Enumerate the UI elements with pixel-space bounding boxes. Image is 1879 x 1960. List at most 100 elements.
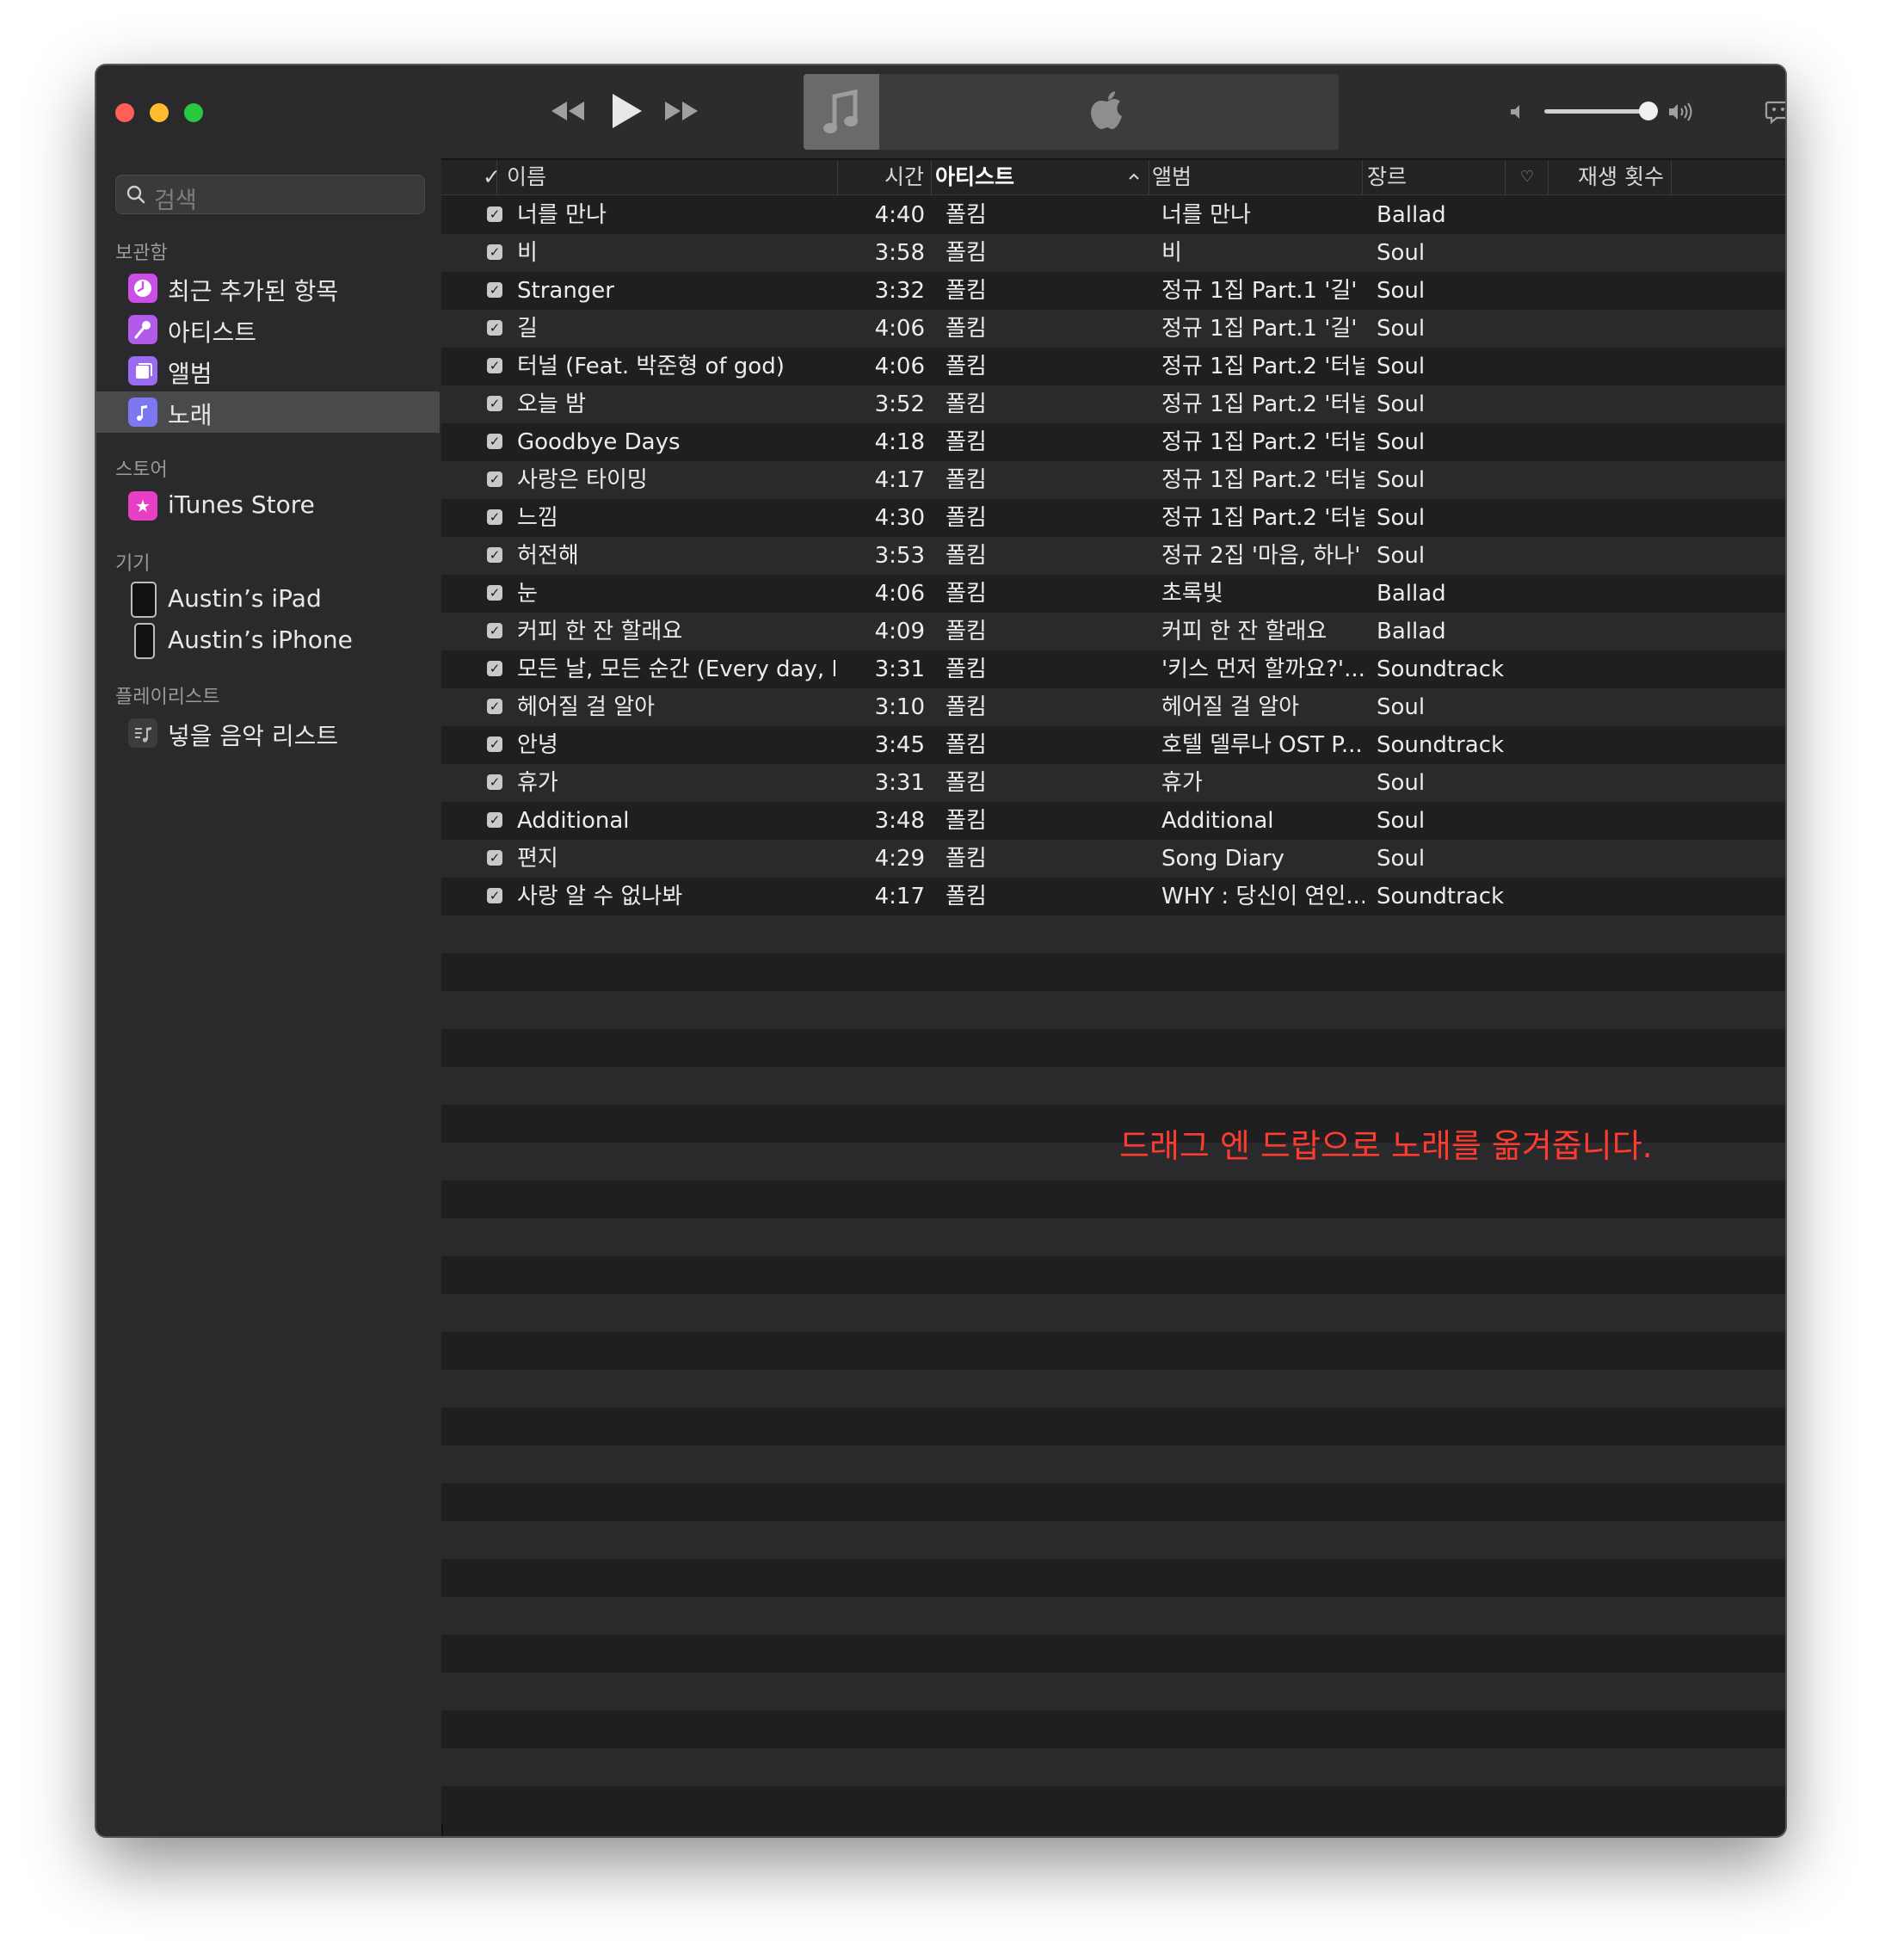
row-checkbox[interactable]: ✓ (487, 396, 502, 411)
sidebar-item-albums[interactable]: 앨범 (96, 350, 440, 391)
empty-table-row (441, 1408, 1785, 1445)
empty-table-row (441, 915, 1785, 953)
cell-name: 터널 (Feat. 박준형 of god) (517, 354, 785, 379)
column-header-plays[interactable]: 재생 횟수 (1551, 160, 1672, 194)
row-checkbox[interactable]: ✓ (487, 888, 502, 903)
sidebar-item-label: 앨범 (168, 360, 213, 388)
column-header-love[interactable]: ♡ (1506, 160, 1549, 194)
cell-time: 4:30 (874, 505, 925, 531)
table-row[interactable]: ✓ 느낌 4:30 폴킴 정규 1집 Part.2 '터널' Soul (441, 499, 1785, 537)
cell-genre: Soul (1377, 240, 1426, 266)
empty-table-row (441, 1332, 1785, 1370)
sidebar-item-device-ipad[interactable]: Austin’s iPad (96, 579, 440, 620)
table-row[interactable]: ✓ Additional 3:48 폴킴 Additional Soul (441, 802, 1785, 840)
empty-table-row (441, 1748, 1785, 1786)
close-window-button[interactable] (115, 103, 134, 122)
play-icon[interactable] (609, 91, 644, 131)
sidebar-item-itunes-store[interactable]: ★ iTunes Store (96, 485, 440, 527)
table-row[interactable]: ✓ 터널 (Feat. 박준형 of god) 4:06 폴킴 정규 1집 Part.2… (441, 348, 1785, 385)
search-field[interactable]: 검색 (115, 175, 425, 214)
cell-name: 사랑 알 수 없나봐 (517, 884, 683, 909)
table-row[interactable]: ✓ 안녕 3:45 폴킴 호텔 델루나 OST P... Soundtrack (441, 726, 1785, 764)
lyrics-icon[interactable] (1765, 100, 1786, 124)
minimize-window-button[interactable] (150, 103, 169, 122)
empty-table-row (441, 1710, 1785, 1748)
column-header-album[interactable]: 앨범 (1152, 160, 1363, 194)
row-checkbox[interactable]: ✓ (487, 850, 502, 866)
row-checkbox[interactable]: ✓ (487, 244, 502, 260)
empty-table-row (441, 1067, 1785, 1105)
table-row[interactable]: ✓ 눈 4:06 폴킴 초록빛 Ballad (441, 575, 1785, 613)
now-playing-display[interactable] (804, 74, 1339, 150)
column-header-time[interactable]: 시간 (837, 160, 932, 194)
cell-artist: 폴킴 (946, 694, 987, 720)
row-checkbox[interactable]: ✓ (487, 812, 502, 828)
volume-slider-knob[interactable] (1639, 102, 1658, 120)
cell-album: Additional (1161, 808, 1274, 834)
sidebar-item-playlist[interactable]: 넣을 음악 리스트 (96, 712, 440, 754)
table-row[interactable]: ✓ 오늘 밤 3:52 폴킴 정규 1집 Part.2 '터널' Soul (441, 385, 1785, 423)
table-row[interactable]: ✓ 길 4:06 폴킴 정규 1집 Part.1 '길' Soul (441, 310, 1785, 348)
cell-time: 4:29 (874, 846, 925, 872)
row-checkbox[interactable]: ✓ (487, 206, 502, 222)
zoom-window-button[interactable] (184, 103, 203, 122)
sidebar-item-device-iphone[interactable]: Austin’s iPhone (96, 620, 440, 662)
cell-time: 4:17 (874, 884, 925, 909)
table-row[interactable]: ✓ Goodbye Days 4:18 폴킴 정규 1집 Part.2 '터널' Soul (441, 423, 1785, 461)
cell-album: 비 (1161, 240, 1182, 266)
row-checkbox[interactable]: ✓ (487, 434, 502, 449)
table-row[interactable]: ✓ 모든 날, 모든 순간 (Every day, E... 3:31 폴킴 '키스 먼… (441, 650, 1785, 688)
table-row[interactable]: ✓ 커피 한 잔 할래요 4:09 폴킴 커피 한 잔 할래요 Ballad (441, 613, 1785, 650)
sidebar-item-recently-added[interactable]: 최근 추가된 항목 (96, 268, 440, 309)
table-row[interactable]: ✓ 비 3:58 폴킴 비 Soul (441, 234, 1785, 272)
cell-genre: Soul (1377, 505, 1426, 531)
row-checkbox[interactable]: ✓ (487, 585, 502, 601)
row-checkbox[interactable]: ✓ (487, 699, 502, 714)
row-checkbox[interactable]: ✓ (487, 358, 502, 373)
row-checkbox[interactable]: ✓ (487, 547, 502, 563)
cell-artist: 폴킴 (946, 467, 987, 493)
row-checkbox[interactable]: ✓ (487, 509, 502, 525)
fast-forward-icon[interactable] (663, 98, 701, 124)
sidebar-item-songs[interactable]: 노래 (96, 391, 440, 433)
table-row[interactable]: ✓ 사랑은 타이밍 4:17 폴킴 정규 1집 Part.2 '터널' Soul (441, 461, 1785, 499)
empty-table-row (441, 1294, 1785, 1332)
cell-time: 4:18 (874, 429, 925, 455)
row-checkbox[interactable]: ✓ (487, 774, 502, 790)
row-checkbox[interactable]: ✓ (487, 737, 502, 752)
cell-artist: 폴킴 (946, 656, 987, 682)
column-header-check[interactable]: ✓ (483, 160, 501, 194)
row-checkbox[interactable]: ✓ (487, 282, 502, 298)
column-header-artist[interactable]: 아티스트 (935, 160, 1149, 194)
column-header-name[interactable]: 이름 (507, 160, 838, 194)
row-checkbox[interactable]: ✓ (487, 623, 502, 638)
rewind-icon[interactable] (548, 98, 586, 124)
cell-artist: 폴킴 (946, 808, 987, 834)
empty-table-row (441, 1370, 1785, 1408)
devices-section-title: 기기 (115, 553, 151, 575)
cell-time: 3:32 (874, 278, 925, 304)
table-row[interactable]: ✓ 너를 만나 4:40 폴킴 너를 만나 Ballad (441, 196, 1785, 234)
column-header-genre[interactable]: 장르 (1367, 160, 1506, 194)
cell-name: 사랑은 타이밍 (517, 467, 648, 493)
empty-table-row (441, 1521, 1785, 1559)
cell-artist: 폴킴 (946, 846, 987, 872)
table-row[interactable]: ✓ 헤어질 걸 알아 3:10 폴킴 헤어질 걸 알아 Soul (441, 688, 1785, 726)
sidebar-item-label: 아티스트 (168, 318, 257, 347)
row-checkbox[interactable]: ✓ (487, 320, 502, 336)
cell-name: Stranger (517, 278, 614, 304)
cell-artist: 폴킴 (946, 505, 987, 531)
cell-album: '키스 먼저 할까요?'... (1161, 656, 1365, 682)
table-row[interactable]: ✓ 허전해 3:53 폴킴 정규 2집 '마음, 하나' Soul (441, 537, 1785, 575)
cell-time: 3:31 (874, 656, 925, 682)
store-section-title: 스토어 (115, 459, 168, 481)
row-checkbox[interactable]: ✓ (487, 661, 502, 676)
table-row[interactable]: ✓ Stranger 3:32 폴킴 정규 1집 Part.1 '길' Soul (441, 272, 1785, 310)
table-row[interactable]: ✓ 편지 4:29 폴킴 Song Diary Soul (441, 840, 1785, 878)
row-checkbox[interactable]: ✓ (487, 472, 502, 487)
volume-slider-track[interactable] (1544, 109, 1648, 114)
cell-time: 4:09 (874, 619, 925, 644)
table-row[interactable]: ✓ 사랑 알 수 없나봐 4:17 폴킴 WHY : 당신이 연인... Soundtra… (441, 878, 1785, 915)
sidebar-item-artists[interactable]: 아티스트 (96, 309, 440, 350)
table-row[interactable]: ✓ 휴가 3:31 폴킴 휴가 Soul (441, 764, 1785, 802)
